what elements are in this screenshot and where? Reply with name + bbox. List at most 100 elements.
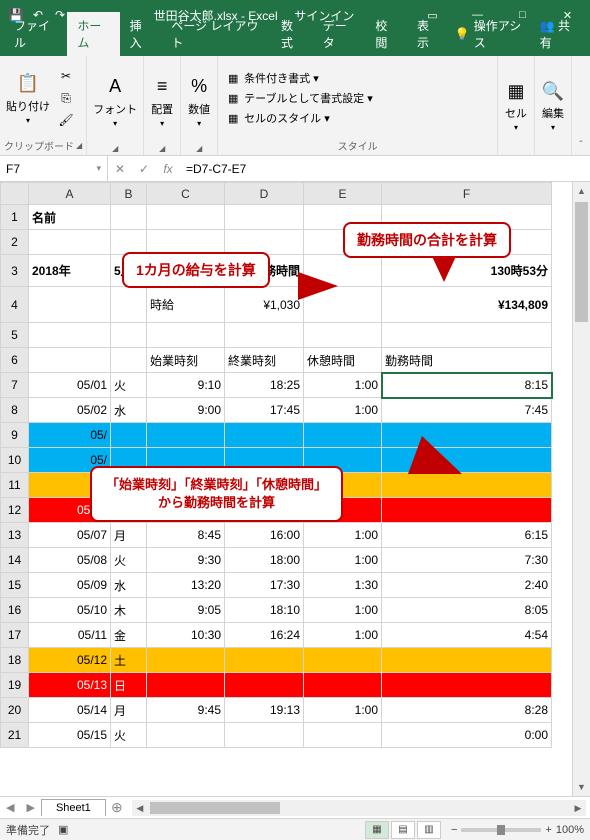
cell[interactable] [225,205,304,230]
cell[interactable]: 1:00 [304,523,382,548]
row-header[interactable]: 18 [1,648,29,673]
cell[interactable]: 05/ [29,423,111,448]
row-header[interactable]: 4 [1,287,29,323]
view-pagelayout-icon[interactable]: ▤ [391,821,415,839]
col-header[interactable]: D [225,183,304,205]
view-normal-icon[interactable]: ▦ [365,821,389,839]
col-header[interactable]: C [147,183,225,205]
cell[interactable]: 勤務時間 [382,348,552,373]
cell[interactable]: 16:00 [225,523,304,548]
cell[interactable]: 1:00 [304,698,382,723]
cell[interactable] [382,673,552,698]
cell[interactable]: 終業時刻 [225,348,304,373]
tab-formulas[interactable]: 数式 [271,12,313,56]
row-header[interactable]: 16 [1,598,29,623]
macro-record-icon[interactable]: ▣ [58,823,68,836]
col-header[interactable]: E [304,183,382,205]
cell[interactable]: 05/11 [29,623,111,648]
cell[interactable]: 2:40 [382,573,552,598]
cancel-formula-icon[interactable]: ✕ [108,162,132,176]
cell[interactable]: 16:24 [225,623,304,648]
row-header[interactable]: 10 [1,448,29,473]
cell[interactable] [111,205,147,230]
cell[interactable] [147,323,225,348]
sheet-nav-next-icon[interactable]: ▶ [20,801,40,814]
cell[interactable] [111,230,147,255]
cell[interactable]: 月 [111,523,147,548]
cell[interactable]: 4:54 [382,623,552,648]
cell[interactable] [147,423,225,448]
cell[interactable] [304,423,382,448]
row-header[interactable]: 21 [1,723,29,748]
cell[interactable]: 1:00 [304,623,382,648]
cell[interactable]: 05/09 [29,573,111,598]
zoom-thumb[interactable] [497,825,505,835]
cell[interactable]: 18:25 [225,373,304,398]
row-header[interactable]: 11 [1,473,29,498]
cell[interactable]: 名前 [29,205,111,230]
format-as-table-button[interactable]: ▦テーブルとして書式設定 ▾ [222,89,377,107]
cell[interactable] [111,348,147,373]
select-all-corner[interactable] [1,183,29,205]
cell[interactable]: 05/12 [29,648,111,673]
cell[interactable]: 6:15 [382,523,552,548]
conditional-formatting-button[interactable]: ▦条件付き書式 ▾ [222,69,377,87]
share-button[interactable]: 👥 共有 [532,12,586,56]
cell[interactable]: 18:00 [225,548,304,573]
cell[interactable]: 7:45 [382,398,552,423]
copy-icon[interactable]: ⎘ [56,88,76,108]
cell[interactable]: 水 [111,398,147,423]
cell[interactable]: 18:10 [225,598,304,623]
scroll-left-icon[interactable]: ◀ [132,800,148,816]
row-header[interactable]: 9 [1,423,29,448]
cell[interactable]: 17:45 [225,398,304,423]
row-header[interactable]: 2 [1,230,29,255]
cell[interactable]: 1:00 [304,398,382,423]
row-header[interactable]: 19 [1,673,29,698]
align-button[interactable]: ≡配置▾ [148,73,176,130]
scroll-up-icon[interactable]: ▲ [573,182,590,200]
fx-icon[interactable]: fx [156,162,180,176]
format-painter-icon[interactable]: 🖌 [56,110,76,130]
cell[interactable]: 日 [111,673,147,698]
vertical-scrollbar[interactable]: ▲ ▼ [572,182,590,796]
cell[interactable] [111,323,147,348]
cell[interactable] [147,723,225,748]
cell[interactable]: 8:28 [382,698,552,723]
col-header[interactable]: F [382,183,552,205]
row-header[interactable]: 8 [1,398,29,423]
cell[interactable]: 時給 [147,287,225,323]
enter-formula-icon[interactable]: ✓ [132,162,156,176]
col-header[interactable]: A [29,183,111,205]
cell[interactable]: 水 [111,573,147,598]
cell[interactable]: 休憩時間 [304,348,382,373]
cell[interactable]: 7:30 [382,548,552,573]
row-header[interactable]: 5 [1,323,29,348]
cell[interactable]: 2018年 [29,255,111,287]
cell[interactable]: 05/10 [29,598,111,623]
cell[interactable]: 05/01 [29,373,111,398]
cell[interactable] [225,323,304,348]
dialog-launcher-icon[interactable]: ◢ [159,144,165,153]
cell[interactable] [382,648,552,673]
cell[interactable] [147,230,225,255]
row-header[interactable]: 1 [1,205,29,230]
view-pagebreak-icon[interactable]: ▥ [417,821,441,839]
paste-button[interactable]: 📋 貼り付け ▾ [4,70,52,127]
cell[interactable]: 火 [111,373,147,398]
cell[interactable]: 木 [111,598,147,623]
tab-view[interactable]: 表示 [407,12,449,56]
tab-pagelayout[interactable]: ページ レイアウト [161,12,271,56]
tab-insert[interactable]: 挿入 [120,12,162,56]
cell[interactable] [225,673,304,698]
chevron-down-icon[interactable]: ▾ [96,163,101,174]
row-header[interactable]: 13 [1,523,29,548]
cell[interactable]: 9:30 [147,548,225,573]
cell[interactable]: 10:30 [147,623,225,648]
cell[interactable] [225,723,304,748]
cell[interactable]: 05/15 [29,723,111,748]
row-header[interactable]: 12 [1,498,29,523]
cell[interactable]: 9:45 [147,698,225,723]
horizontal-scrollbar[interactable]: ◀ ▶ [132,800,586,816]
cell[interactable] [304,323,382,348]
